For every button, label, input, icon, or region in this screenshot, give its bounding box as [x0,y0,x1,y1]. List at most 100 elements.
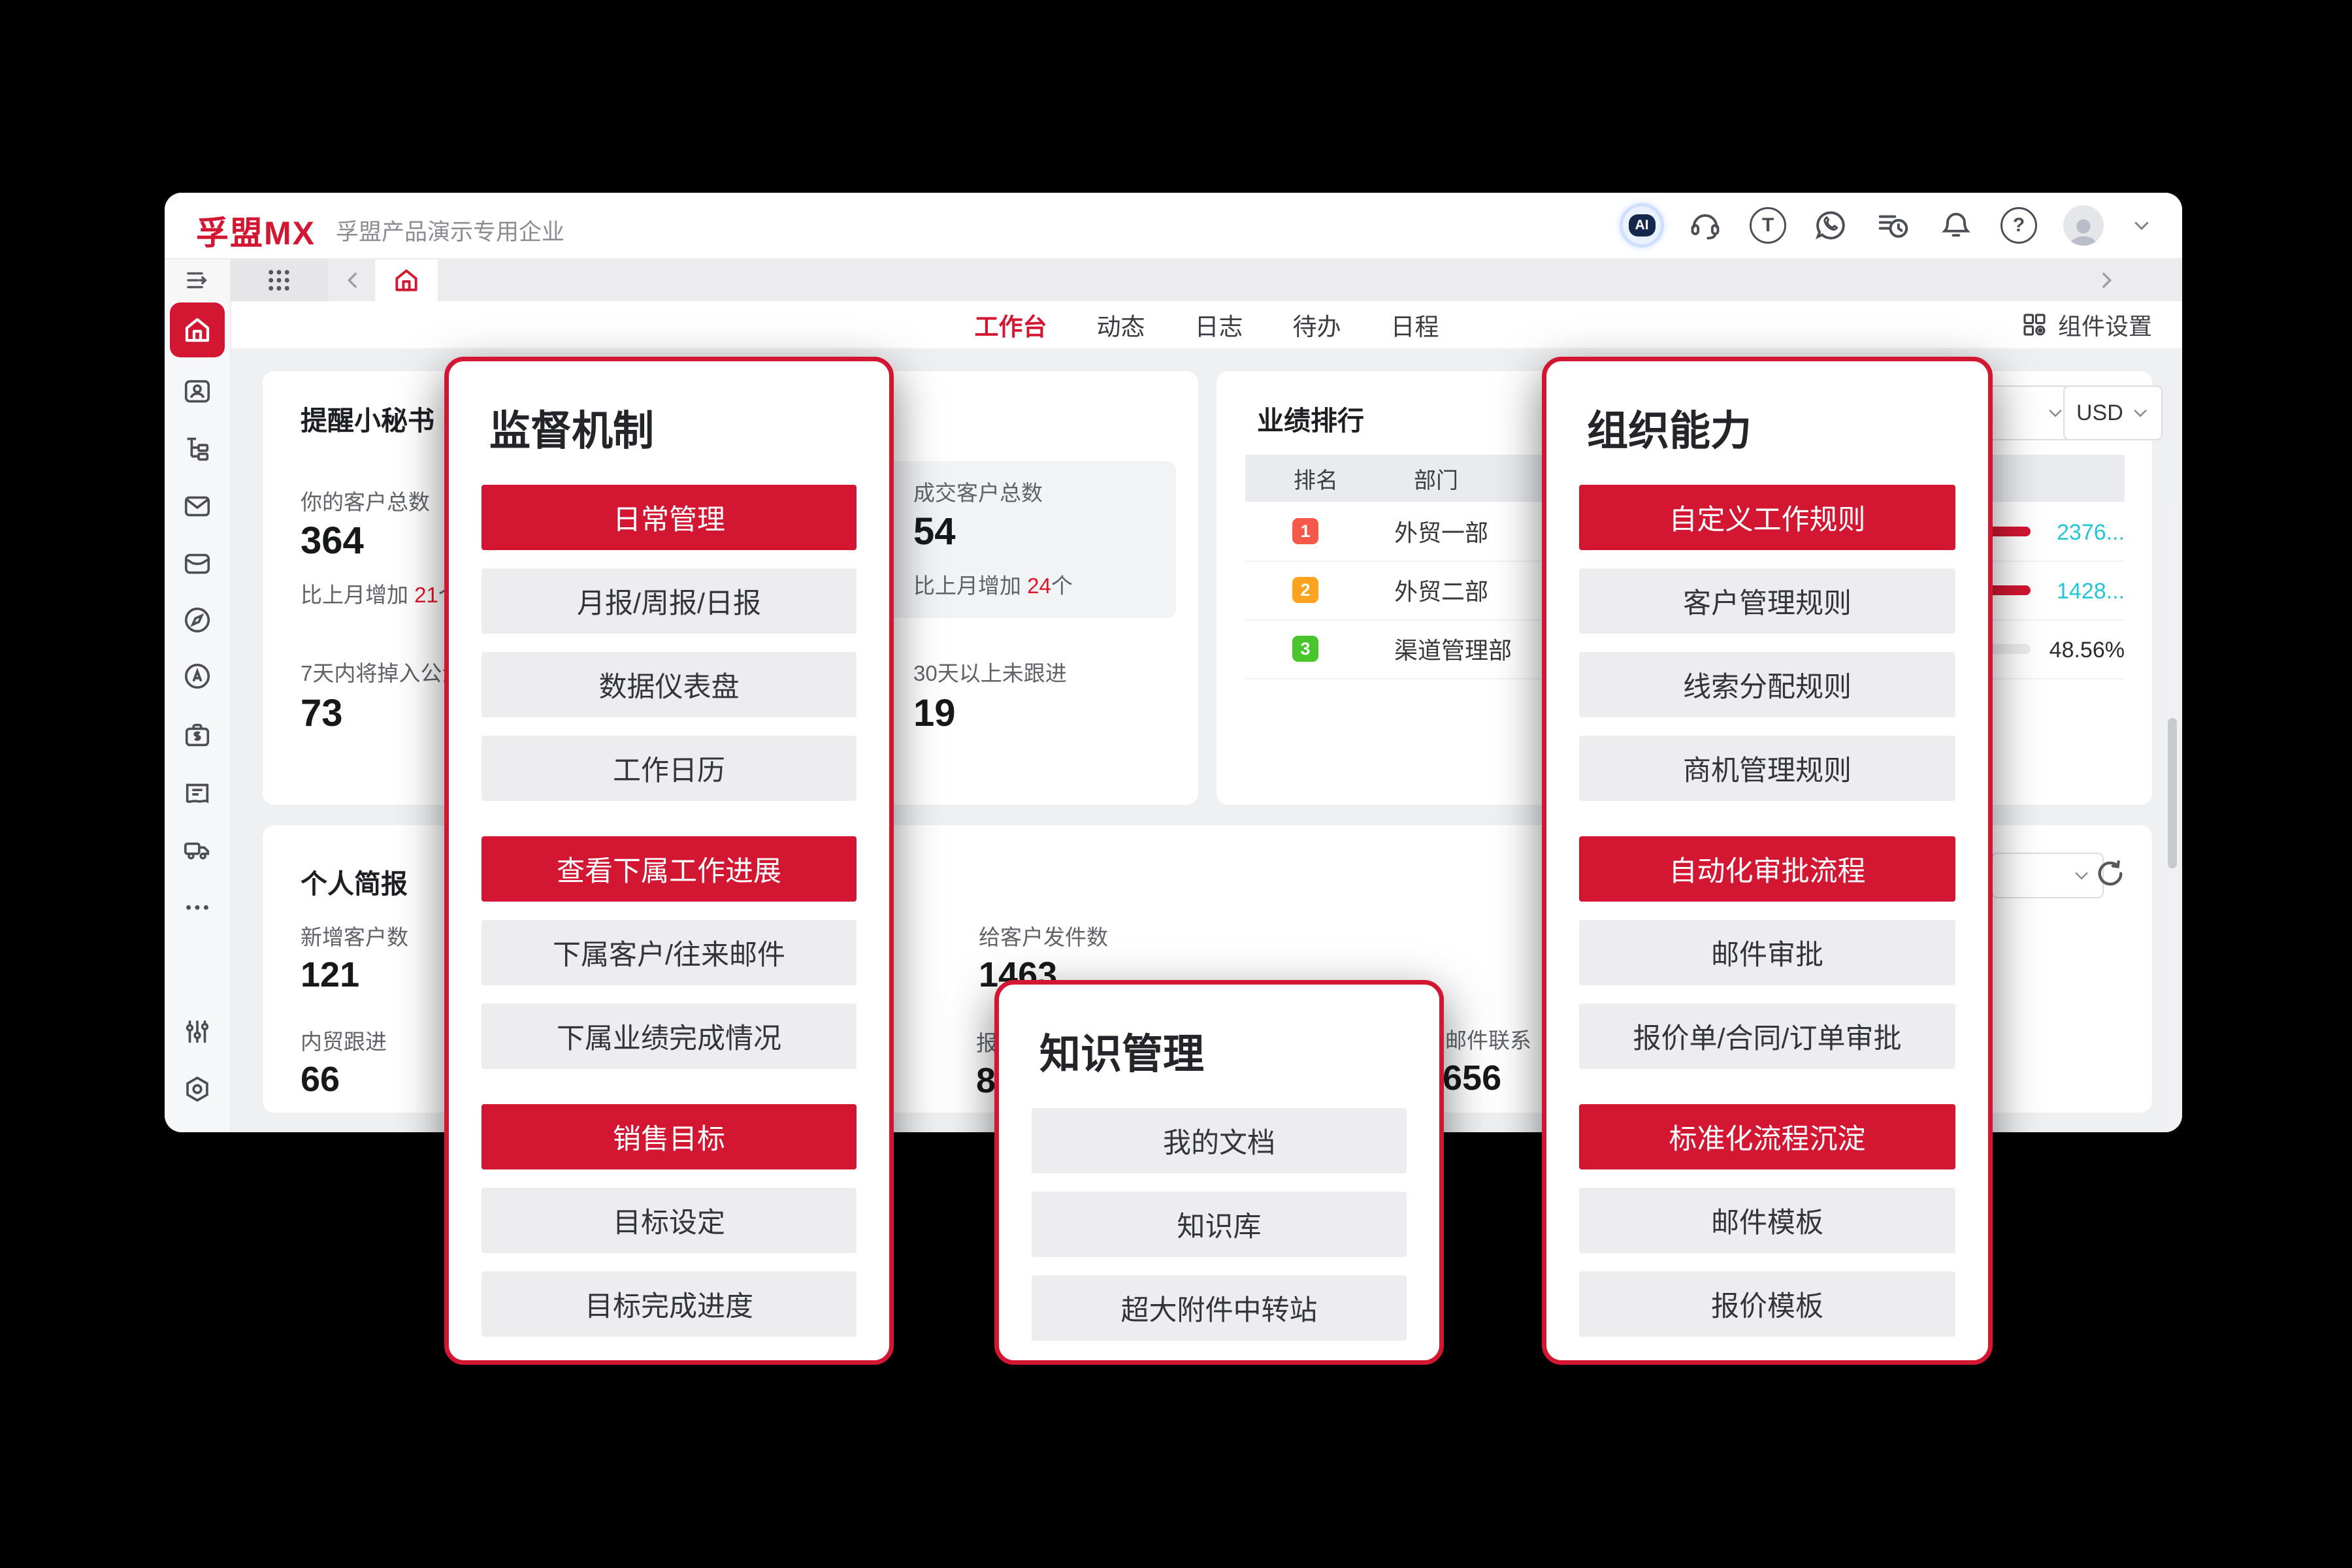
panel-button[interactable]: 邮件审批 [1579,920,1955,985]
stat-label: 新增客户数 [301,920,408,951]
sidebar-item-more[interactable] [165,890,230,924]
panel-button[interactable]: 数据仪表盘 [482,652,857,717]
sidebar-item-mail[interactable] [165,489,230,523]
sidebar-item-discover[interactable] [165,603,230,637]
stat-value[interactable]: 656 [1443,1058,1501,1098]
tab-todo[interactable]: 待办 [1293,307,1341,342]
sidebar-item-inbox[interactable] [165,547,230,581]
ai-label: AI [1629,214,1656,237]
translate-icon[interactable]: T [1750,207,1786,244]
panel-button[interactable]: 目标完成进度 [482,1271,857,1337]
stat-label: 30天以上未跟进 [913,656,1067,687]
panel-button[interactable]: 目标设定 [482,1188,857,1253]
ranking-value[interactable]: 1428... [2020,579,2125,604]
sidebar-item-logistics[interactable] [165,833,230,867]
panel-button[interactable]: 销售目标 [482,1104,857,1169]
tab-workbench[interactable]: 工作台 [975,307,1047,342]
delta-prefix: 比上月增加 [913,574,1021,598]
tabs-scroll-right-icon[interactable] [2087,259,2126,301]
widget-settings-label: 组件设置 [2058,308,2152,342]
ai-assistant-icon[interactable]: AI [1623,206,1661,244]
panel-button[interactable]: 工作日历 [482,736,857,801]
panel-button[interactable]: 自定义工作规则 [1579,485,1955,550]
delta-prefix: 比上月增加 [301,583,408,607]
panel-button[interactable]: 客户管理规则 [1579,568,1955,634]
overlay-items: 我的文档 知识库 超大附件中转站 [1032,1108,1407,1341]
account-chevron-down-icon[interactable] [2130,207,2153,244]
panel-button[interactable]: 月报/周报/日报 [482,568,857,634]
panel-button[interactable]: 报价模板 [1579,1271,1955,1337]
ranking-value[interactable]: 2376... [2020,520,2125,546]
translate-glyph: T [1762,214,1774,237]
sidebar-item-home[interactable] [170,302,225,357]
knowledge-overlay-panel: 知识管理 我的文档 知识库 超大附件中转站 [994,980,1444,1365]
panel-button[interactable]: 知识库 [1032,1192,1407,1257]
panel-button[interactable]: 下属业绩完成情况 [482,1004,857,1069]
tab-journal[interactable]: 日志 [1195,307,1243,342]
collapse-menu-icon[interactable] [165,259,230,301]
sidebar-item-organization[interactable] [165,432,230,466]
scrollbar-thumb[interactable] [2168,718,2177,868]
nav-tabs: 工作台 动态 日志 待办 日程 [231,301,2182,348]
panel-button[interactable]: 报价单/合同/订单审批 [1579,1004,1955,1069]
ranking-value[interactable]: 48.56% [2020,638,2125,663]
widget-settings-button[interactable]: 组件设置 [2021,301,2152,348]
tabs-scroll-left-icon[interactable] [333,259,372,301]
panel-button[interactable]: 下属客户/往来邮件 [482,920,857,985]
stat-highlight-box[interactable]: 成交客户总数 54 比上月增加 24个 [875,461,1176,618]
sidebar-item-settings[interactable] [165,1072,230,1106]
chevron-down-icon [2072,866,2091,885]
notifications-bell-icon[interactable] [1938,207,1974,244]
task-history-icon[interactable] [1875,207,1912,244]
stat-value: 54 [913,510,956,553]
app-grid-icon[interactable] [230,259,328,301]
home-tab[interactable] [375,259,438,301]
dept-name: 外贸二部 [1394,573,1488,607]
panel-button[interactable]: 标准化流程沉淀 [1579,1104,1955,1169]
stat-value[interactable]: 121 [301,955,359,995]
panel-button[interactable]: 日常管理 [482,485,857,550]
delta-num: 24 [1027,574,1051,598]
stat-value[interactable]: 8 [976,1060,996,1101]
widget-settings-icon [2021,312,2048,338]
panel-button[interactable]: 我的文档 [1032,1108,1407,1173]
sidebar-item-documents[interactable] [165,776,230,809]
sidebar-item-marketing[interactable] [165,659,230,693]
sidebar-item-preferences[interactable] [165,1015,230,1049]
panel-button[interactable]: 邮件模板 [1579,1188,1955,1253]
rank-badge: 1 [1292,518,1318,544]
tab-schedule[interactable]: 日程 [1391,307,1439,342]
dept-name: 渠道管理部 [1394,632,1512,666]
help-icon[interactable]: ? [2001,207,2037,244]
panel-button[interactable]: 线索分配规则 [1579,652,1955,717]
stat-label: 内贸跟进 [301,1024,387,1056]
briefing-card-title: 个人简报 [301,862,408,901]
currency-value: USD [2076,400,2123,426]
organization-overlay-panel: 组织能力 自定义工作规则 客户管理规则 线索分配规则 商机管理规则 自动化审批流… [1542,357,1993,1365]
call-chat-icon[interactable] [1812,207,1849,244]
tab-feed[interactable]: 动态 [1097,307,1145,342]
panel-button[interactable]: 自动化审批流程 [1579,836,1955,902]
user-avatar[interactable] [2063,205,2104,246]
company-name: 孚盟产品演示专用企业 [336,214,564,247]
sidebar-item-customers[interactable] [165,374,230,408]
dept-name: 外贸一部 [1394,514,1488,548]
rank-badge: 2 [1292,577,1318,603]
window-tabstrip [165,259,2182,301]
headset-support-icon[interactable] [1687,207,1723,244]
panel-button[interactable]: 查看下属工作进展 [482,836,857,902]
panel-button[interactable]: 超大附件中转站 [1032,1275,1407,1341]
panel-button[interactable]: 商机管理规则 [1579,736,1955,801]
briefing-period-select[interactable] [1991,853,2104,898]
overlay-items: 自定义工作规则 客户管理规则 线索分配规则 商机管理规则 自动化审批流程 邮件审… [1579,485,1955,1337]
ranking-card-title: 业绩排行 [1257,399,1364,438]
stat-value[interactable]: 19 [913,691,956,735]
stat-value[interactable]: 73 [301,691,343,735]
stat-value[interactable]: 66 [301,1059,340,1100]
currency-select[interactable]: USD [2063,385,2163,440]
stat-label: 邮件联系 [1445,1023,1531,1054]
refresh-icon[interactable] [2093,857,2127,890]
sidebar-item-finance[interactable] [165,718,230,752]
stat-value[interactable]: 364 [301,519,364,563]
col-rank: 排名 [1294,463,1338,495]
